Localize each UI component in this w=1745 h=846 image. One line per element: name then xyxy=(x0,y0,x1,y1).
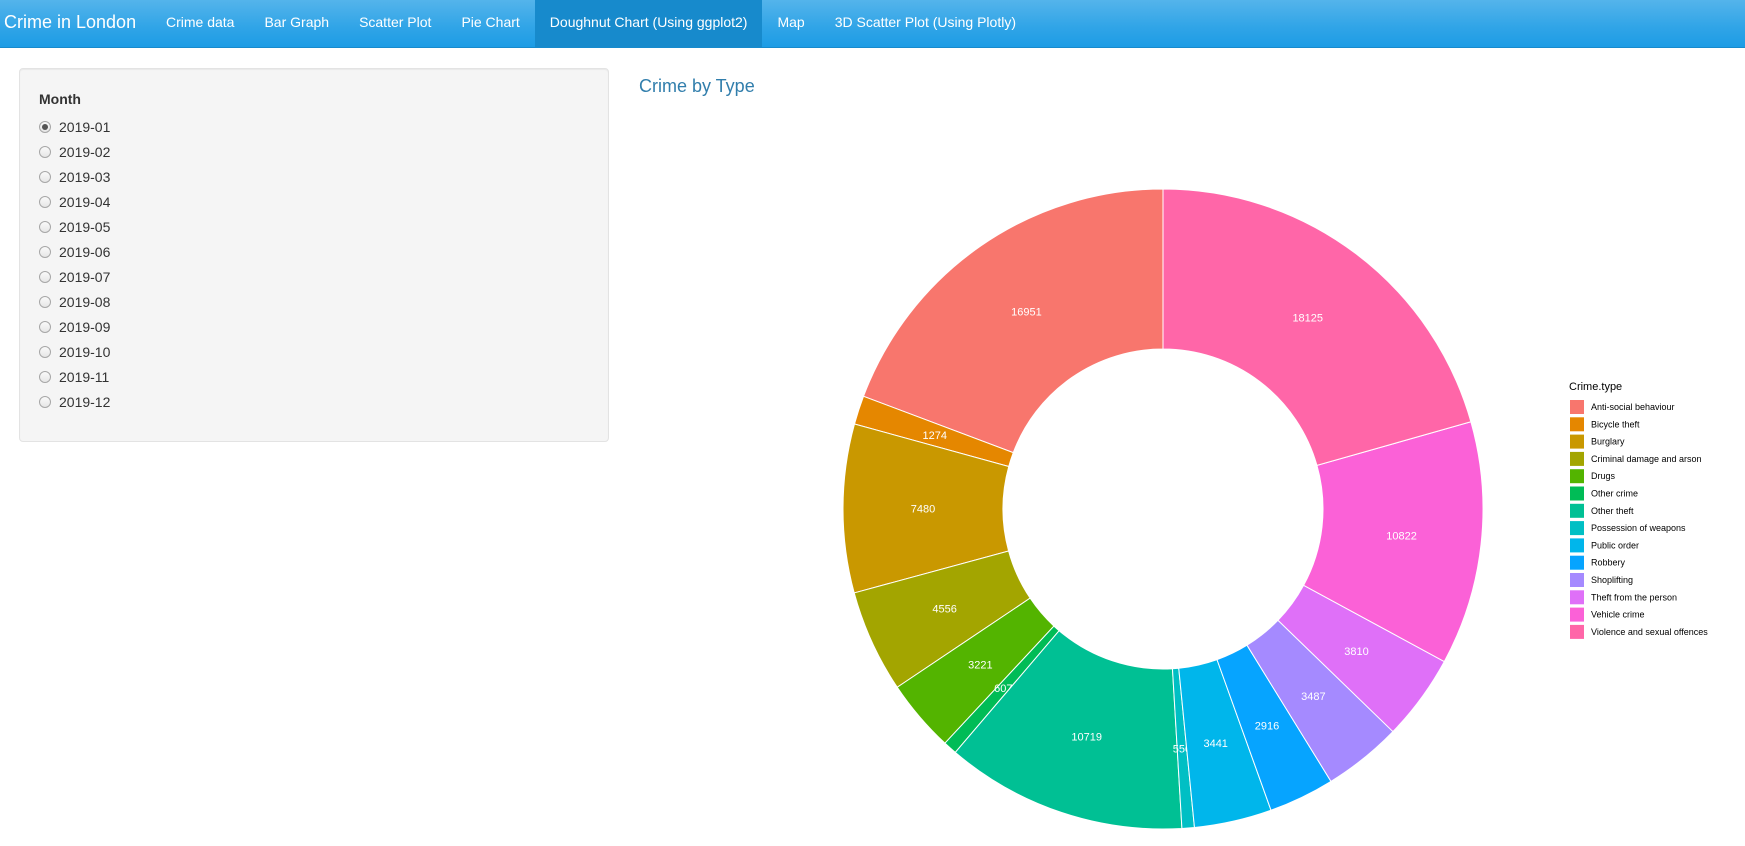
radio-button[interactable] xyxy=(39,220,51,233)
slice-value-label: 18125 xyxy=(1292,313,1323,325)
month-option-2019-06[interactable]: 2019-06 xyxy=(39,239,110,264)
radio-button[interactable] xyxy=(39,170,51,183)
legend-label: Robbery xyxy=(1591,558,1626,568)
month-option-2019-08[interactable]: 2019-08 xyxy=(39,289,110,314)
radio-label: 2019-04 xyxy=(59,193,111,210)
slice-value-label: 3441 xyxy=(1203,738,1227,750)
month-option-2019-10[interactable]: 2019-10 xyxy=(39,339,110,364)
month-option-2019-12[interactable]: 2019-12 xyxy=(39,389,110,414)
legend-swatch xyxy=(1570,400,1584,414)
slice-value-label: 3221 xyxy=(968,660,992,672)
nav-tab-pie-chart[interactable]: Pie Chart xyxy=(446,0,534,48)
month-option-2019-04[interactable]: 2019-04 xyxy=(39,189,110,214)
legend-swatch xyxy=(1570,555,1584,570)
slice-violence-and-sexual-offences xyxy=(1162,188,1472,467)
legend-swatch xyxy=(1570,486,1584,501)
radio-button[interactable] xyxy=(39,295,51,308)
slice-value-label: 1274 xyxy=(923,430,947,442)
sidebar-panel: Month 2019-01 2019-02 2019-03 2019-04 2019-0… xyxy=(19,68,609,442)
legend-label: Shoplifting xyxy=(1591,575,1633,585)
radio-button[interactable] xyxy=(39,345,51,358)
month-option-2019-07[interactable]: 2019-07 xyxy=(39,264,110,289)
nav-tab-crime-data[interactable]: Crime data xyxy=(151,0,249,48)
radio-label: 2019-02 xyxy=(59,143,111,160)
radio-label: 2019-05 xyxy=(59,218,111,235)
legend-label: Other crime xyxy=(1591,489,1638,499)
slice-value-label: 3810 xyxy=(1344,646,1368,658)
radio-button[interactable] xyxy=(39,145,51,158)
legend-label: Violence and sexual offences xyxy=(1591,627,1708,637)
legend-label: Other theft xyxy=(1591,506,1634,516)
month-option-2019-05[interactable]: 2019-05 xyxy=(39,214,110,239)
legend-swatch xyxy=(1570,573,1584,587)
slice-value-label: 7480 xyxy=(911,504,935,516)
radio-label: 2019-09 xyxy=(59,318,111,335)
slice-value-label: 10719 xyxy=(1071,732,1102,744)
legend-swatch xyxy=(1570,417,1584,432)
nav-tab-doughnut-chart-using-ggplot2[interactable]: Doughnut Chart (Using ggplot2) xyxy=(534,0,763,48)
legend-label: Vehicle crime xyxy=(1591,610,1645,620)
month-option-2019-11[interactable]: 2019-11 xyxy=(39,364,110,389)
nav-tab-map[interactable]: Map xyxy=(762,0,819,48)
app-brand[interactable]: Crime in London xyxy=(4,0,136,48)
legend-label: Theft from the person xyxy=(1591,592,1677,602)
legend-swatch xyxy=(1570,434,1584,449)
radio-button[interactable] xyxy=(39,195,51,208)
legend-swatch xyxy=(1570,607,1584,622)
doughnut-chart: 16951127474804556322160710719550 34412916… xyxy=(842,188,1708,830)
radio-label: 2019-11 xyxy=(59,368,110,385)
radio-button[interactable] xyxy=(39,270,51,283)
legend-title: Crime.type xyxy=(1569,381,1622,393)
radio-button[interactable] xyxy=(39,245,51,258)
radio-label: 2019-07 xyxy=(59,268,111,285)
legend-label: Bicycle theft xyxy=(1591,419,1640,429)
month-option-2019-03[interactable]: 2019-03 xyxy=(39,164,110,189)
radio-button[interactable] xyxy=(39,120,51,133)
radio-label: 2019-08 xyxy=(59,293,111,310)
month-label: Month xyxy=(39,91,81,107)
slice-value-label: 3487 xyxy=(1301,691,1325,703)
nav-tabs: Crime data Bar Graph Scatter Plot Pie Chart… xyxy=(151,0,1031,48)
legend-label: Burglary xyxy=(1591,437,1625,447)
legend-swatch xyxy=(1570,538,1584,553)
legend-swatch xyxy=(1570,590,1584,605)
month-option-2019-02[interactable]: 2019-02 xyxy=(39,139,110,164)
slice-value-label: 10822 xyxy=(1386,530,1417,542)
radio-label: 2019-06 xyxy=(59,243,111,260)
legend-swatch xyxy=(1570,521,1584,536)
radio-button[interactable] xyxy=(39,370,51,383)
legend-swatch xyxy=(1570,451,1584,466)
slice-value-label: 4556 xyxy=(932,604,956,616)
nav-tab-bar-graph[interactable]: Bar Graph xyxy=(249,0,344,48)
slice-value-label: 2916 xyxy=(1255,720,1279,732)
month-option-2019-01[interactable]: 2019-01 xyxy=(39,114,110,139)
radio-label: 2019-01 xyxy=(59,118,111,135)
month-radio-group: 2019-01 2019-02 2019-03 2019-04 2019-05 2019-… xyxy=(39,114,110,414)
slice-value-label: 16951 xyxy=(1011,307,1042,319)
legend-label: Drugs xyxy=(1591,471,1616,481)
legend-swatch xyxy=(1570,624,1584,639)
radio-label: 2019-12 xyxy=(59,393,111,410)
month-option-2019-09[interactable]: 2019-09 xyxy=(39,314,110,339)
chart-title: Crime by Type xyxy=(639,76,755,96)
nav-tab-scatter-plot[interactable]: Scatter Plot xyxy=(344,0,446,48)
nav-tab-3d-scatter-plot-using-plotly[interactable]: 3D Scatter Plot (Using Plotly) xyxy=(820,0,1031,48)
legend-label: Anti-social behaviour xyxy=(1591,402,1675,412)
legend-label: Criminal damage and arson xyxy=(1591,454,1702,464)
radio-label: 2019-10 xyxy=(59,343,111,360)
legend-swatch xyxy=(1570,469,1584,484)
radio-button[interactable] xyxy=(39,395,51,408)
radio-button[interactable] xyxy=(39,320,51,333)
radio-label: 2019-03 xyxy=(59,168,111,185)
legend-label: Possession of weapons xyxy=(1591,523,1686,533)
legend-swatch xyxy=(1570,503,1584,518)
navbar: Crime in London Crime data Bar Graph Scatt… xyxy=(0,0,1745,48)
legend-label: Public order xyxy=(1591,540,1639,550)
